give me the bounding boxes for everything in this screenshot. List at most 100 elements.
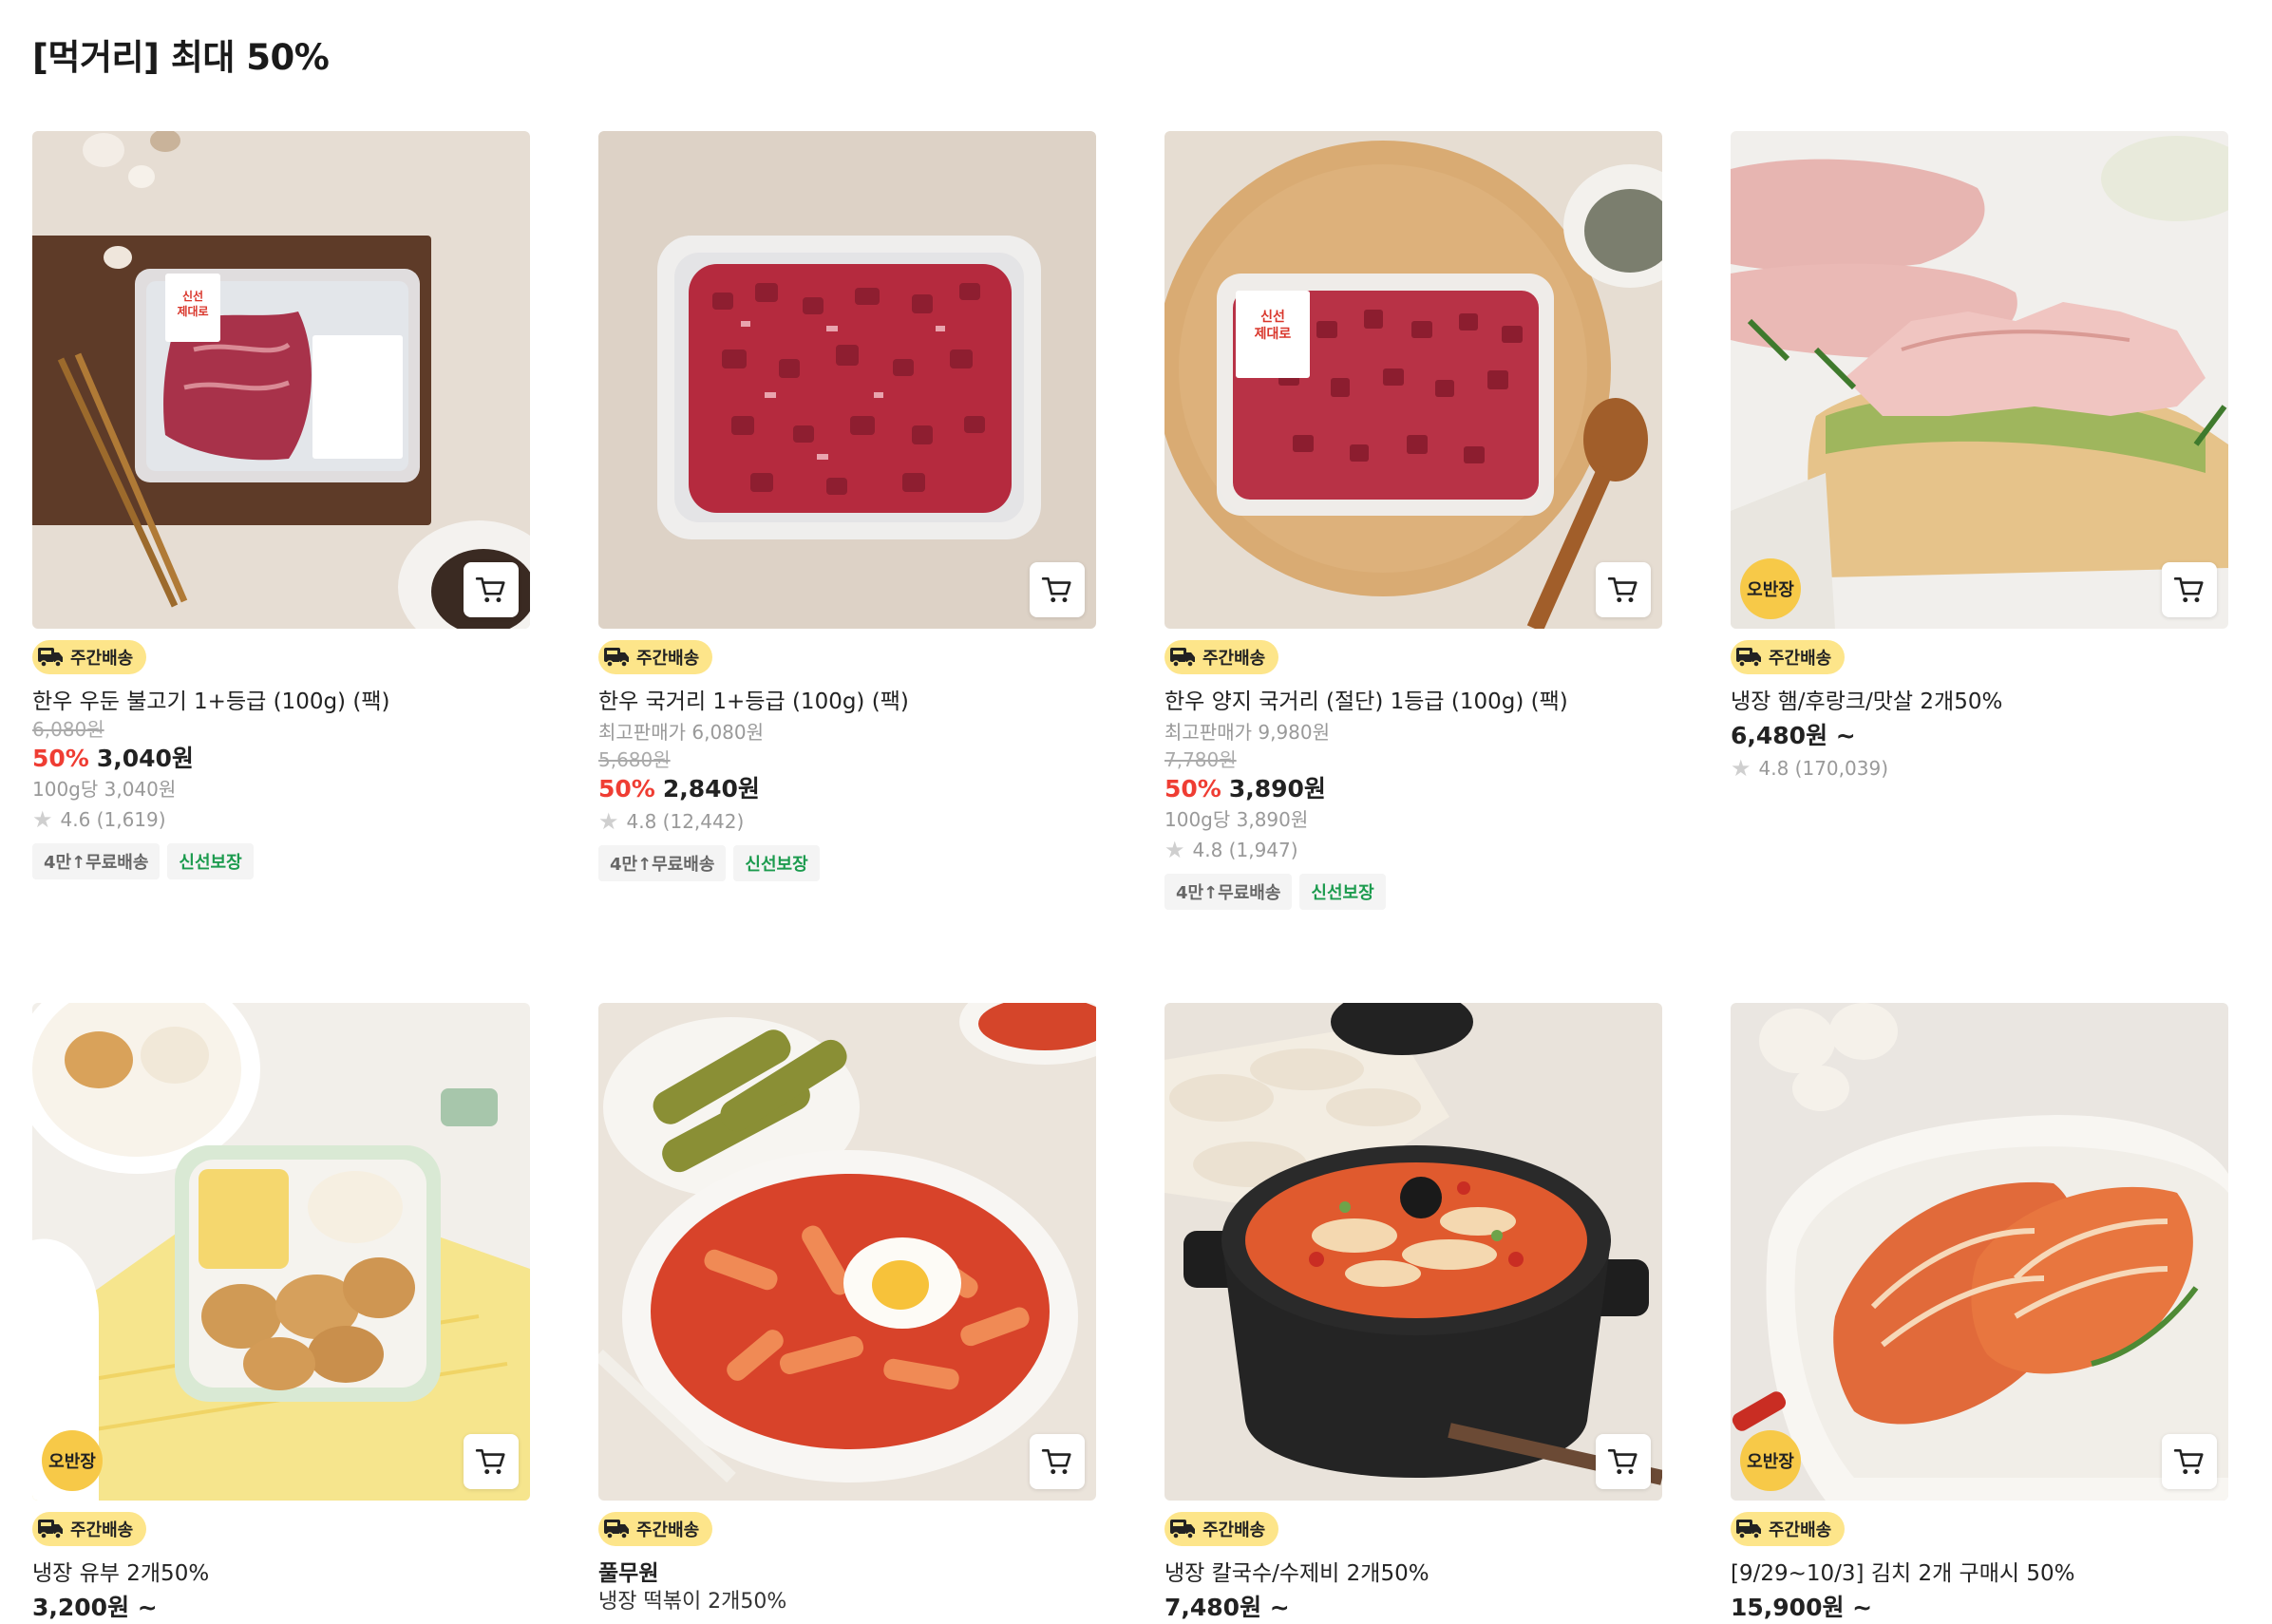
truck-icon bbox=[602, 644, 631, 670]
product-image-kimchi[interactable]: 오반장 bbox=[1731, 1003, 2228, 1501]
weekly-delivery-tag: 주간배송 bbox=[32, 640, 147, 674]
fresh-guarantee-chip: 신선보장 bbox=[1299, 874, 1386, 910]
cart-icon bbox=[2173, 574, 2206, 606]
free-shipping-chip: 4만↑무료배송 bbox=[32, 843, 161, 879]
add-to-cart-button[interactable] bbox=[1030, 562, 1085, 617]
cart-icon bbox=[1607, 1445, 1639, 1478]
svg-text:제대로: 제대로 bbox=[1255, 327, 1292, 342]
weekly-delivery-label: 주간배송 bbox=[636, 1520, 700, 1540]
product-name[interactable]: [9/29~10/3] 김치 2개 구매시 50% bbox=[1731, 1559, 2228, 1588]
star-icon: ★ bbox=[32, 806, 53, 833]
add-to-cart-button[interactable] bbox=[2162, 562, 2217, 617]
cart-icon bbox=[475, 1445, 507, 1478]
rating-text: 4.8 (170,039) bbox=[1758, 757, 1888, 780]
add-to-cart-button[interactable] bbox=[464, 1434, 519, 1489]
rating: ★ 4.6 (1,619) bbox=[32, 803, 530, 836]
obanjang-badge: 오반장 bbox=[1740, 558, 1801, 619]
product-name[interactable]: 한우 양지 국거리 (절단) 1등급 (100g) (팩) bbox=[1164, 688, 1662, 716]
weekly-delivery-tag: 주간배송 bbox=[1164, 640, 1279, 674]
benefit-chips: 4만↑무료배송 신선보장 bbox=[32, 843, 530, 879]
weekly-delivery-tag: 주간배송 bbox=[1731, 1512, 1846, 1546]
svg-text:신선: 신선 bbox=[1260, 310, 1285, 325]
truck-icon bbox=[36, 1516, 65, 1542]
add-to-cart-button[interactable] bbox=[1596, 1434, 1651, 1489]
product-name[interactable]: 한우 우둔 불고기 1+등급 (100g) (팩) bbox=[32, 688, 530, 716]
product-name[interactable]: 냉장 칼국수/수제비 2개50% bbox=[1164, 1559, 1662, 1588]
product-image-yubu[interactable]: 오반장 bbox=[32, 1003, 530, 1501]
rating-text: 4.6 (1,619) bbox=[60, 808, 166, 831]
sale-price: 15,900원 ~ bbox=[1731, 1594, 1873, 1621]
weekly-delivery-tag: 주간배송 bbox=[1731, 640, 1846, 674]
add-to-cart-button[interactable] bbox=[1030, 1434, 1085, 1489]
star-icon: ★ bbox=[1731, 755, 1751, 782]
svg-text:신선: 신선 bbox=[182, 289, 203, 303]
sale-price: 3,040원 bbox=[96, 745, 194, 772]
product-image-tteokbokki[interactable] bbox=[598, 1003, 1096, 1501]
discount-rate: 50% bbox=[598, 775, 655, 803]
product-card[interactable]: 오반장 주간배송 냉장 햄/후랑크/맛살 2개50% 6,480원 ~ ★ 4.… bbox=[1731, 131, 2228, 784]
add-to-cart-button[interactable] bbox=[2162, 1434, 2217, 1489]
weekly-delivery-label: 주간배송 bbox=[1202, 649, 1266, 669]
weekly-delivery-tag: 주간배송 bbox=[1164, 1512, 1279, 1546]
benefit-chips: 4만↑무료배송 신선보장 bbox=[598, 845, 1096, 881]
sale-price-line: 7,480원 ~ bbox=[1164, 1592, 1662, 1624]
reference-price: 최고판매가 6,080원 bbox=[598, 721, 765, 744]
cart-icon bbox=[2173, 1445, 2206, 1478]
product-name[interactable]: 냉장 유부 2개50% bbox=[32, 1559, 530, 1588]
truck-icon bbox=[1734, 644, 1763, 670]
weekly-delivery-label: 주간배송 bbox=[70, 1520, 134, 1540]
free-shipping-chip: 4만↑무료배송 bbox=[1164, 874, 1293, 910]
original-price: 5,680원 bbox=[598, 748, 671, 771]
weekly-delivery-label: 주간배송 bbox=[1202, 1520, 1266, 1540]
original-price: 6,080원 bbox=[32, 718, 104, 741]
discount-rate: 50% bbox=[1164, 775, 1221, 803]
product-card[interactable]: 오반장 주간배송 [9/29~10/3] 김치 2개 구매시 50% 15,90… bbox=[1731, 1003, 2228, 1624]
product-name[interactable]: 냉장 햄/후랑크/맛살 2개50% bbox=[1731, 688, 2228, 716]
sale-price-line: 6,480원 ~ bbox=[1731, 720, 2228, 752]
product-image-ham-sandwich[interactable]: 오반장 bbox=[1731, 131, 2228, 629]
product-image-hanwoo-gukgeori[interactable] bbox=[598, 131, 1096, 629]
sale-price: 6,480원 ~ bbox=[1731, 722, 1856, 749]
weekly-delivery-label: 주간배송 bbox=[70, 649, 134, 669]
truck-icon bbox=[1734, 1516, 1763, 1542]
fresh-guarantee-chip: 신선보장 bbox=[167, 843, 254, 879]
product-image-hanwoo-yangji[interactable]: 신선 제대로 bbox=[1164, 131, 1662, 629]
weekly-delivery-tag: 주간배송 bbox=[32, 1512, 147, 1546]
add-to-cart-button[interactable] bbox=[1596, 562, 1651, 617]
rating: ★ 4.8 (170,039) bbox=[1731, 752, 2228, 784]
unit-price: 100g당 3,890원 bbox=[1164, 808, 1309, 831]
product-image-kalguksu[interactable] bbox=[1164, 1003, 1662, 1501]
star-icon: ★ bbox=[1164, 837, 1185, 863]
truck-icon bbox=[602, 1516, 631, 1542]
product-card[interactable]: 신선 제대로 주간배송 한우 우둔 불고기 1+등급 (100g) (팩) 6,… bbox=[32, 131, 530, 879]
sale-price-line: 50% 3,890원 bbox=[1164, 773, 1662, 805]
rating: ★ 4.8 (12,442) bbox=[598, 805, 1096, 838]
sale-price-line: 3,200원 ~ bbox=[32, 1592, 530, 1624]
truck-icon bbox=[1168, 1516, 1197, 1542]
add-to-cart-button[interactable] bbox=[464, 562, 519, 617]
product-card[interactable]: 주간배송 한우 국거리 1+등급 (100g) (팩) 최고판매가 6,080원… bbox=[598, 131, 1096, 881]
weekly-delivery-tag: 주간배송 bbox=[598, 640, 713, 674]
sale-price-line: 50% 3,040원 bbox=[32, 743, 530, 775]
product-name[interactable]: 냉장 떡볶이 2개50% bbox=[598, 1588, 1096, 1616]
reference-price: 최고판매가 9,980원 bbox=[1164, 721, 1331, 744]
cart-icon bbox=[1041, 574, 1073, 606]
product-card[interactable]: 오반장 주간배송 냉장 유부 2개50% 3,200원 ~ bbox=[32, 1003, 530, 1624]
product-name[interactable]: 한우 국거리 1+등급 (100g) (팩) bbox=[598, 688, 1096, 716]
obanjang-badge: 오반장 bbox=[42, 1430, 103, 1491]
sale-price-line: 15,900원 ~ bbox=[1731, 1592, 2228, 1624]
unit-price: 100g당 3,040원 bbox=[32, 778, 177, 801]
product-card[interactable]: 주간배송 냉장 칼국수/수제비 2개50% 7,480원 ~ bbox=[1164, 1003, 1662, 1624]
product-brand[interactable]: 풀무원 bbox=[598, 1559, 1096, 1588]
weekly-delivery-tag: 주간배송 bbox=[598, 1512, 713, 1546]
truck-icon bbox=[1168, 644, 1197, 670]
weekly-delivery-label: 주간배송 bbox=[1769, 649, 1832, 669]
free-shipping-chip: 4만↑무료배송 bbox=[598, 845, 727, 881]
discount-rate: 50% bbox=[32, 745, 89, 772]
cart-icon bbox=[1041, 1445, 1073, 1478]
rating-text: 4.8 (12,442) bbox=[626, 810, 745, 833]
sale-price: 7,480원 ~ bbox=[1164, 1594, 1290, 1621]
product-card[interactable]: 주간배송 풀무원 냉장 떡볶이 2개50% bbox=[598, 1003, 1096, 1616]
product-card[interactable]: 신선 제대로 주간배송 한우 양지 국거리 (절단) 1등급 (100g) (팩… bbox=[1164, 131, 1662, 910]
product-image-hanwoo-bulgogi[interactable]: 신선 제대로 bbox=[32, 131, 530, 629]
